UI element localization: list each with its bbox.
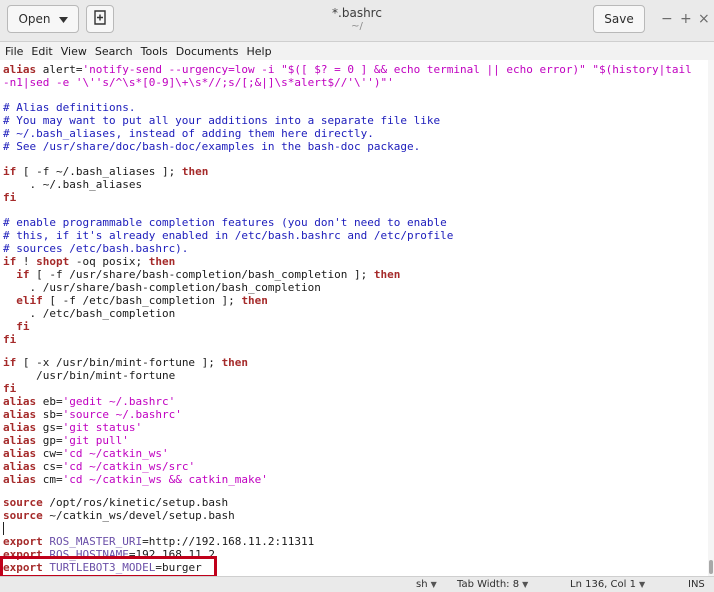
code-line: alias gp='git pull' [3,434,129,447]
code-line: elif [ -f /etc/bash_completion ]; then [16,294,268,307]
code-line: export ROS_MASTER_URI=http://192.168.11.… [3,535,315,548]
new-document-icon [93,10,107,28]
save-button[interactable]: Save [593,5,645,33]
code-line: # You may want to put all your additions… [3,114,441,127]
menu-edit[interactable]: Edit [26,45,55,58]
code-line: alias sb='source ~/.bashrc' [3,408,182,421]
tab-width-label: Tab Width: 8 [457,579,520,590]
minimize-button[interactable]: − [661,12,673,26]
new-document-button[interactable] [86,5,114,33]
code-line: fi [16,320,30,333]
cursor-position[interactable]: Ln 136, Col 1 ▼ [570,579,645,590]
code-line: . /usr/share/bash-completion/bash_comple… [3,281,321,294]
highlight-annotation [0,556,217,578]
code-line: # ~/.bash_aliases, instead of adding the… [3,127,374,140]
chevron-down-icon: ▼ [522,580,529,589]
code-line: fi [3,191,17,204]
header-bar: Open *.bashrc ~/ Save − + × [0,0,714,42]
status-bar: sh ▼ Tab Width: 8 ▼ Ln 136, Col 1 ▼ INS [0,576,714,592]
language-label: sh [416,579,428,590]
code-line: alias cs='cd ~/catkin_ws/src' [3,460,196,473]
code-line: alias alert='notify-send --urgency=low -… [3,63,692,76]
code-line: # Alias definitions. [3,101,136,114]
code-line: if [ -f /usr/share/bash-completion/bash_… [16,268,401,281]
code-line: # enable programmable completion feature… [3,216,447,229]
menu-view[interactable]: View [56,45,90,58]
code-line: if [ -x /usr/bin/mint-fortune ]; then [3,356,249,369]
menu-search[interactable]: Search [90,45,136,58]
cursor-position-label: Ln 136, Col 1 [570,579,636,590]
code-line: # this, if it's already enabled in /etc/… [3,229,454,242]
code-line: if [ -f ~/.bash_aliases ]; then [3,165,209,178]
code-line: source ~/catkin_ws/devel/setup.bash [3,509,235,522]
code-line: -n1|sed -e '\''s/^\s*[0-9]\+\s*//;s/[;&|… [3,76,394,89]
code-line: alias cm='cd ~/catkin_ws && catkin_make' [3,473,268,486]
code-line: fi [3,333,17,346]
code-line: alias eb='gedit ~/.bashrc' [3,395,176,408]
chevron-down-icon: ▼ [638,580,646,589]
window-title: *.bashrc [332,6,382,20]
window-subtitle: ~/ [351,21,363,32]
code-line: . ~/.bash_aliases [3,178,143,191]
menu-file[interactable]: File [0,45,26,58]
tab-width-selector[interactable]: Tab Width: 8 ▼ [457,579,528,590]
chevron-down-icon: ▼ [430,580,437,589]
scrollbar-thumb[interactable] [709,560,713,574]
text-cursor [3,522,4,535]
code-line: source /opt/ros/kinetic/setup.bash [3,496,229,509]
open-button[interactable]: Open [7,5,79,33]
language-selector[interactable]: sh ▼ [416,579,437,590]
menu-documents[interactable]: Documents [171,45,242,58]
text-editor[interactable]: alias alert='notify-send --urgency=low -… [0,60,714,576]
code-line: alias gs='git status' [3,421,143,434]
close-button[interactable]: × [698,12,710,26]
code-line: . /etc/bash_completion [3,307,176,320]
code-line: /usr/bin/mint-fortune [3,369,176,382]
code-line: # sources /etc/bash.bashrc). [3,242,189,255]
menu-bar: File Edit View Search Tools Documents He… [0,42,714,60]
open-label: Open [18,12,51,26]
menu-help[interactable]: Help [241,45,274,58]
code-line: alias cw='cd ~/catkin_ws' [3,447,169,460]
code-line: if ! shopt -oq posix; then [3,255,176,268]
maximize-button[interactable]: + [680,12,692,26]
code-line: # See /usr/share/doc/bash-doc/examples i… [3,140,421,153]
code-line: fi [3,382,17,395]
scrollbar[interactable] [708,60,714,576]
menu-tools[interactable]: Tools [136,45,171,58]
caret-down-icon [58,12,68,26]
insert-mode: INS [688,579,705,590]
